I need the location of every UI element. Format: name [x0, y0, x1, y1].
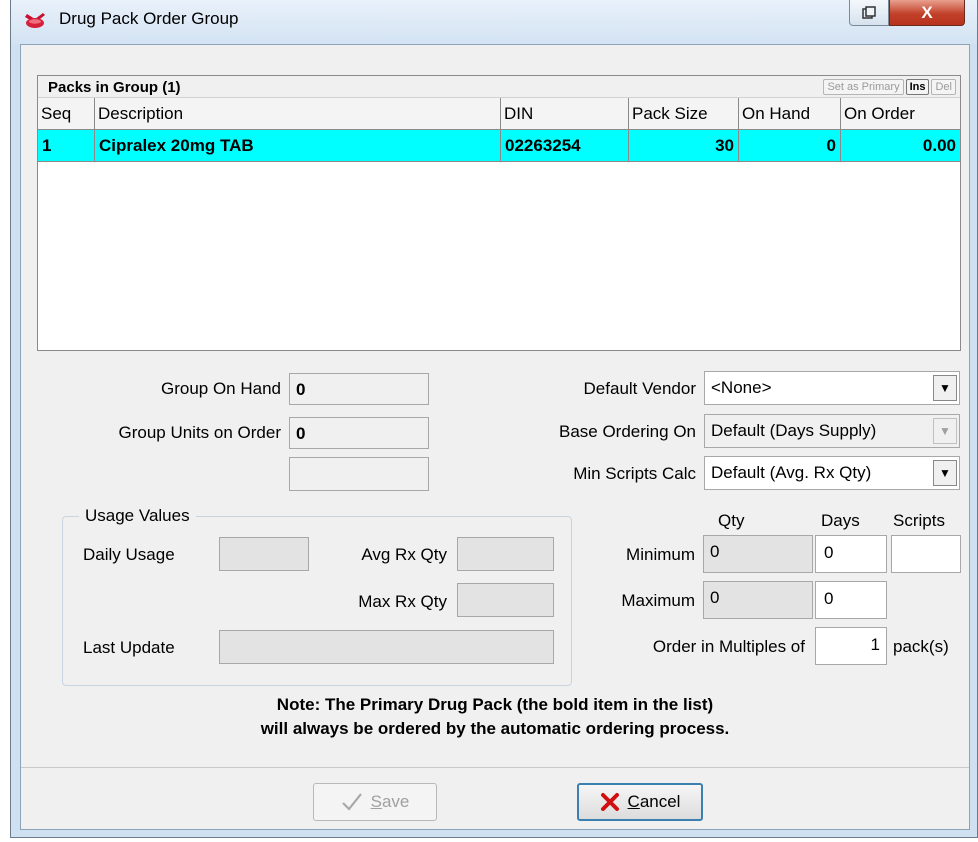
- group-on-hand-label: Group On Hand: [160, 379, 281, 398]
- minimum-label: Minimum: [626, 545, 695, 564]
- order-multiples-label: Order in Multiples of: [652, 637, 805, 656]
- cell-on-order: 0.00: [922, 136, 956, 155]
- qty-column-header: Qty: [718, 511, 745, 530]
- checkmark-icon: [341, 793, 362, 811]
- dropdown-arrow-icon: ▼: [933, 418, 957, 444]
- group-extra-field: [289, 457, 429, 491]
- min-scripts-calc-select[interactable]: Default (Avg. Rx Qty) ▼: [704, 456, 960, 490]
- maximum-label: Maximum: [621, 591, 695, 610]
- dropdown-arrow-icon[interactable]: ▼: [933, 460, 957, 486]
- usage-values-legend: Usage Values: [79, 506, 196, 526]
- scripts-column-header: Scripts: [893, 511, 945, 530]
- restore-button[interactable]: [849, 0, 889, 26]
- column-header-on-order[interactable]: On Order: [841, 98, 960, 129]
- avg-rx-qty-label: Avg Rx Qty: [361, 545, 447, 564]
- packs-title: Packs in Group (1): [48, 79, 181, 96]
- min-scripts-calc-label: Min Scripts Calc: [573, 464, 696, 483]
- group-units-on-order-label: Group Units on Order: [118, 423, 281, 442]
- max-rx-qty-label: Max Rx Qty: [358, 592, 447, 611]
- save-button[interactable]: Save: [313, 783, 437, 821]
- restore-icon: [862, 5, 876, 19]
- primary-pack-note: Note: The Primary Drug Pack (the bold it…: [21, 693, 969, 741]
- pill-app-icon: [25, 13, 45, 28]
- maximum-qty-field: 0: [703, 581, 813, 619]
- packs-grid-panel: Packs in Group (1) Set as Primary Ins De…: [37, 75, 961, 351]
- cell-seq: 1: [38, 130, 95, 161]
- set-as-primary-button[interactable]: Set as Primary: [823, 79, 904, 95]
- table-row[interactable]: 1 Cipralex 20mg TAB 02263254 30 0 0.00: [38, 130, 960, 162]
- default-vendor-label: Default Vendor: [583, 379, 696, 398]
- packs-caption-bar: Packs in Group (1) Set as Primary Ins De…: [38, 76, 960, 98]
- insert-pack-button[interactable]: Ins: [905, 79, 930, 95]
- save-label: Save: [370, 792, 410, 811]
- dialog-window: Drug Pack Order Group X Packs in Group (…: [10, 0, 978, 838]
- packs-toolbar: Set as Primary Ins Del: [823, 79, 956, 95]
- cell-pack-size: 30: [629, 130, 739, 161]
- group-units-on-order-field: 0: [289, 417, 429, 449]
- column-header-seq[interactable]: Seq: [38, 98, 95, 129]
- base-ordering-on-value: Default (Days Supply): [711, 421, 877, 440]
- window-title: Drug Pack Order Group: [59, 9, 239, 28]
- group-on-hand-field: 0: [289, 373, 429, 405]
- button-bar-separator: [21, 767, 969, 768]
- base-ordering-on-label: Base Ordering On: [558, 422, 696, 441]
- last-update-field: [219, 630, 554, 664]
- cell-on-hand: 0: [739, 130, 841, 161]
- cell-description: Cipralex 20mg TAB: [95, 130, 501, 161]
- column-header-description[interactable]: Description: [95, 98, 501, 129]
- column-header-on-hand[interactable]: On Hand: [739, 98, 841, 129]
- last-update-label: Last Update: [83, 638, 175, 657]
- minimum-days-input[interactable]: 0: [815, 535, 887, 573]
- daily-usage-field: [219, 537, 309, 571]
- minimum-scripts-input[interactable]: [891, 535, 961, 573]
- title-bar[interactable]: Drug Pack Order Group X: [11, 0, 977, 44]
- base-ordering-on-select: Default (Days Supply) ▼: [704, 414, 960, 448]
- default-vendor-select[interactable]: <None> ▼: [704, 371, 960, 405]
- close-button[interactable]: X: [889, 0, 965, 26]
- cancel-label: Cancel: [627, 792, 681, 811]
- note-line-2: will always be ordered by the automatic …: [260, 719, 730, 738]
- min-scripts-calc-value: Default (Avg. Rx Qty): [711, 463, 872, 482]
- delete-pack-button[interactable]: Del: [931, 79, 956, 95]
- avg-rx-qty-field: [457, 537, 554, 571]
- dropdown-arrow-icon[interactable]: ▼: [933, 375, 957, 401]
- days-column-header: Days: [821, 511, 860, 530]
- cancel-button[interactable]: Cancel: [577, 783, 703, 821]
- dialog-body: Packs in Group (1) Set as Primary Ins De…: [20, 44, 970, 830]
- note-line-1: Note: The Primary Drug Pack (the bold it…: [276, 695, 714, 714]
- red-x-icon: [600, 793, 619, 811]
- packs-grid-header: Seq Description DIN Pack Size On Hand On…: [38, 98, 960, 130]
- order-multiples-unit: pack(s): [893, 637, 949, 656]
- column-header-pack-size[interactable]: Pack Size: [629, 98, 739, 129]
- max-rx-qty-field: [457, 583, 554, 617]
- column-header-din[interactable]: DIN: [501, 98, 629, 129]
- maximum-days-input[interactable]: 0: [815, 581, 887, 619]
- cell-din: 02263254: [501, 130, 629, 161]
- order-multiples-input[interactable]: 1: [815, 627, 887, 665]
- close-icon: X: [921, 2, 933, 22]
- daily-usage-label: Daily Usage: [83, 545, 175, 564]
- default-vendor-value: <None>: [711, 378, 772, 397]
- minimum-qty-field: 0: [703, 535, 813, 573]
